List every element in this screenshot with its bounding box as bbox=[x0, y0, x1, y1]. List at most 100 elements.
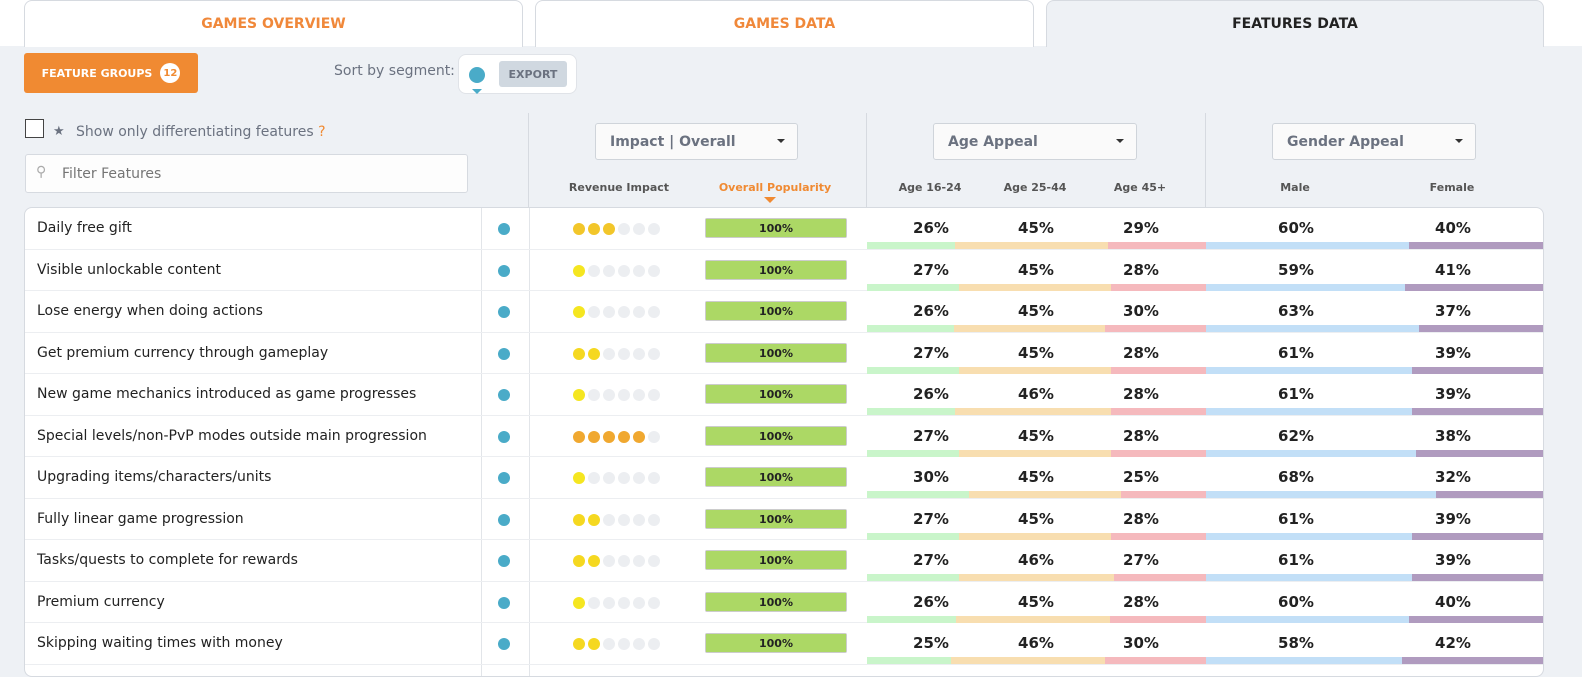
revenue-dot bbox=[633, 513, 645, 526]
revenue-dot bbox=[603, 513, 615, 526]
export-button[interactable]: EXPORT bbox=[499, 61, 567, 87]
age-bar bbox=[867, 242, 1206, 249]
gender-dropdown[interactable]: Gender Appeal bbox=[1272, 123, 1476, 160]
gender-percent: 39% bbox=[1435, 343, 1471, 362]
age-percent: 27% bbox=[913, 343, 949, 362]
table-row[interactable]: Skipping waiting times with money 100% 2… bbox=[25, 623, 1543, 665]
diff-text: Show only differentiating features bbox=[76, 124, 314, 140]
age-bar-segment bbox=[968, 491, 1122, 498]
gender-percent: 39% bbox=[1435, 509, 1471, 528]
gender-percent: 39% bbox=[1435, 385, 1471, 403]
segment-dot bbox=[498, 347, 510, 360]
age-bar-segment bbox=[958, 283, 1112, 291]
revenue-dot bbox=[648, 596, 660, 609]
revenue-dot bbox=[648, 513, 660, 526]
revenue-dot bbox=[633, 389, 645, 401]
gender-bar bbox=[1206, 574, 1543, 581]
table-row[interactable]: Fully linear game progression 100% 27% 45… bbox=[25, 499, 1543, 540]
age-bar-segment bbox=[867, 574, 959, 581]
gender-bar-segment bbox=[1206, 242, 1409, 249]
tab-features-data[interactable]: FEATURES DATA bbox=[1046, 0, 1544, 47]
age-bar bbox=[867, 615, 1206, 623]
gender-bar-segment bbox=[1206, 325, 1419, 332]
segment-dot[interactable] bbox=[469, 67, 485, 83]
gender-percent: 61% bbox=[1278, 385, 1314, 403]
table-row[interactable]: Get premium currency through gameplay 10… bbox=[25, 333, 1543, 374]
gender-dropdown-label: Gender Appeal bbox=[1287, 133, 1404, 150]
popularity-bar: 100% bbox=[705, 633, 847, 653]
age-percent: 26% bbox=[913, 592, 949, 611]
feature-name: Get premium currency through gameplay bbox=[37, 344, 329, 361]
table-row[interactable]: Lose energy when doing actions 100% 26% 4… bbox=[25, 291, 1543, 333]
age-percent: 46% bbox=[1018, 634, 1054, 652]
age-bar-segment bbox=[1111, 408, 1206, 415]
feature-groups-button[interactable]: FEATURE GROUPS 12 bbox=[24, 53, 198, 93]
tab-games-data[interactable]: GAMES DATA bbox=[535, 0, 1034, 47]
gender-bar-segment bbox=[1412, 366, 1543, 374]
age-bar bbox=[867, 283, 1206, 291]
age-bar-segment bbox=[867, 408, 956, 415]
segment-dot bbox=[498, 638, 510, 650]
gender-bar-segment bbox=[1206, 449, 1416, 457]
age-percent: 26% bbox=[913, 385, 949, 403]
table-row[interactable]: Visible unlockable content 100% 27% 45% 28… bbox=[25, 250, 1543, 291]
table-row[interactable]: Upgrading items/characters/units 100% 30… bbox=[25, 457, 1543, 499]
table-row[interactable]: Premium currency 100% 26% 45% 28% 60% 40% bbox=[25, 582, 1543, 623]
gender-bar bbox=[1206, 449, 1543, 457]
gender-bar-segment bbox=[1402, 657, 1543, 664]
feature-name: Lose energy when doing actions bbox=[37, 303, 263, 319]
table-row[interactable]: Daily free gift 100% 26% 45% 29% 60% 40% bbox=[25, 208, 1543, 250]
chevron-down-icon bbox=[777, 139, 785, 143]
impact-dropdown[interactable]: Impact | Overall bbox=[595, 123, 798, 160]
age-bar-segment bbox=[958, 532, 1112, 540]
segment-dot bbox=[498, 389, 510, 401]
table-row[interactable]: New game mechanics introduced as game pr… bbox=[25, 374, 1543, 416]
col-age-25-44[interactable]: Age 25-44 bbox=[1004, 181, 1067, 194]
age-bar bbox=[867, 574, 1206, 581]
age-bar-segment bbox=[867, 449, 959, 457]
age-percent: 30% bbox=[1123, 634, 1159, 652]
revenue-dot bbox=[618, 513, 630, 526]
filter-features-input[interactable] bbox=[25, 154, 468, 193]
revenue-dot bbox=[588, 513, 600, 526]
gender-percent: 37% bbox=[1435, 302, 1471, 320]
table-row[interactable]: Tasks/quests to complete for rewards 100… bbox=[25, 540, 1543, 582]
revenue-dot bbox=[618, 472, 630, 484]
gender-bar-segment bbox=[1206, 574, 1413, 581]
age-percent: 27% bbox=[913, 260, 949, 279]
popularity-bar: 100% bbox=[705, 259, 847, 280]
revenue-dot bbox=[603, 347, 615, 360]
revenue-dot bbox=[603, 472, 615, 484]
tab-games-overview[interactable]: GAMES OVERVIEW bbox=[24, 0, 523, 47]
col-age-16-24[interactable]: Age 16-24 bbox=[899, 181, 962, 194]
revenue-dot bbox=[603, 555, 615, 567]
chevron-down-icon bbox=[1455, 139, 1463, 143]
help-icon[interactable]: ? bbox=[318, 124, 325, 140]
age-bar-segment bbox=[867, 615, 957, 623]
age-bar-segment bbox=[1105, 325, 1206, 332]
col-male[interactable]: Male bbox=[1280, 181, 1310, 194]
revenue-dot bbox=[633, 638, 645, 650]
age-bar-segment bbox=[954, 325, 1106, 332]
col-revenue-impact[interactable]: Revenue Impact bbox=[569, 181, 669, 194]
age-percent: 29% bbox=[1123, 219, 1159, 237]
age-bar-segment bbox=[1111, 366, 1206, 374]
age-percent: 25% bbox=[913, 634, 949, 652]
revenue-dot bbox=[618, 555, 630, 567]
table-row[interactable]: Special levels/non-PvP modes outside mai… bbox=[25, 416, 1543, 457]
revenue-impact-rating bbox=[573, 513, 660, 526]
col-age-45[interactable]: Age 45+ bbox=[1114, 181, 1166, 194]
revenue-dot bbox=[618, 596, 630, 609]
age-dropdown[interactable]: Age Appeal bbox=[933, 123, 1137, 160]
feature-groups-count: 12 bbox=[160, 63, 181, 83]
age-bar bbox=[867, 408, 1206, 415]
revenue-dot bbox=[603, 430, 615, 443]
revenue-dot bbox=[648, 555, 660, 567]
revenue-dot bbox=[618, 223, 630, 235]
gender-bar bbox=[1206, 242, 1543, 249]
segment-dot bbox=[498, 555, 510, 567]
revenue-dot bbox=[588, 555, 600, 567]
differentiating-checkbox[interactable] bbox=[25, 119, 44, 138]
col-overall-popularity[interactable]: Overall Popularity bbox=[719, 181, 831, 194]
col-female[interactable]: Female bbox=[1430, 181, 1475, 194]
